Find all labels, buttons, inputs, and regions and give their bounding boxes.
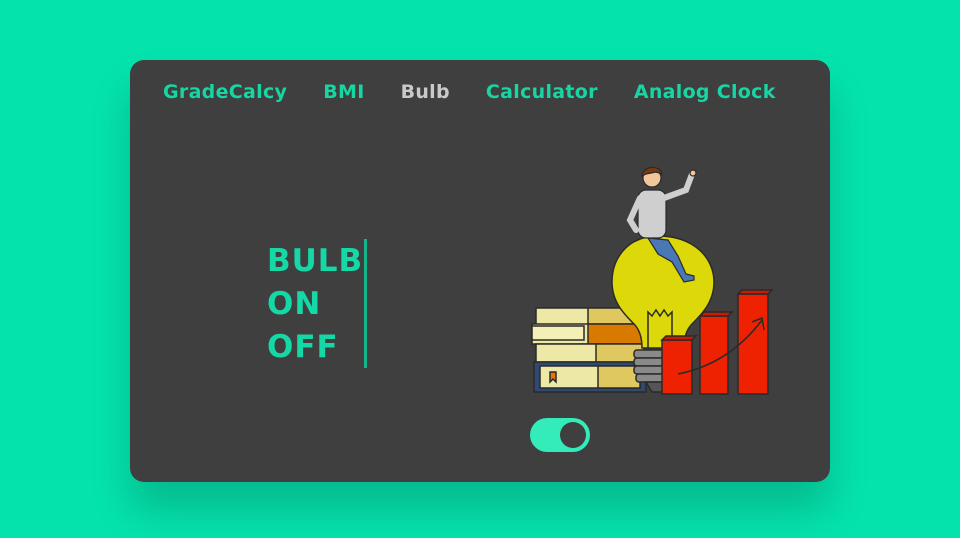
nav-link-gradecalcy[interactable]: GradeCalcy bbox=[163, 80, 287, 104]
heading-line-off: OFF bbox=[267, 329, 339, 365]
app-card: GradeCalcy BMI Bulb Calculator Analog Cl… bbox=[130, 60, 830, 482]
heading-line-bulb: BULB bbox=[267, 243, 364, 279]
nav-link-bulb[interactable]: Bulb bbox=[401, 80, 450, 104]
toggle-knob[interactable] bbox=[560, 422, 586, 448]
top-nav: GradeCalcy BMI Bulb Calculator Analog Cl… bbox=[163, 80, 776, 104]
nav-link-analog-clock[interactable]: Analog Clock bbox=[634, 80, 776, 104]
nav-link-calculator[interactable]: Calculator bbox=[486, 80, 598, 104]
nav-link-bmi[interactable]: BMI bbox=[323, 80, 364, 104]
bulb-toggle-switch[interactable] bbox=[530, 418, 590, 452]
bulb-illustration bbox=[531, 166, 774, 395]
books-icon bbox=[531, 307, 647, 393]
heading-divider bbox=[364, 239, 367, 368]
heading-line-on: ON bbox=[267, 286, 322, 322]
